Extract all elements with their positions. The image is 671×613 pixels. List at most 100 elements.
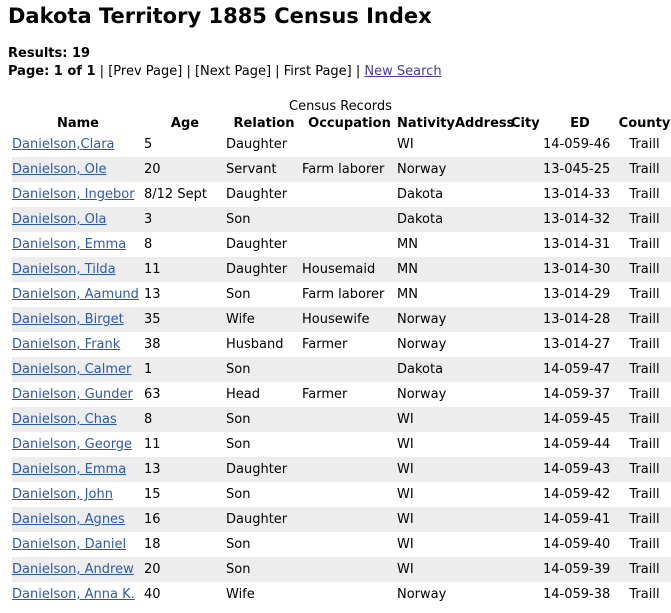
cell-county: Traill [617,507,671,532]
cell-relation: Son [226,207,302,232]
cell-name: Danielson, Birget [12,307,144,332]
cell-relation: Son [226,407,302,432]
cell-occupation [302,582,397,607]
person-name-link[interactable]: Danielson, George [12,437,132,452]
cell-nativity: WI [397,557,455,582]
person-name-link[interactable]: Danielson, Aamund [12,287,139,302]
cell-occupation: Farmer [302,337,348,352]
page-indicator: Page: 1 of 1 [8,64,96,79]
person-name-link[interactable]: Danielson, Emma [12,237,126,252]
person-name-link[interactable]: Danielson, Ola [12,212,106,227]
cell-name: Danielson, Gunder [12,382,144,407]
cell-relation: Husband [226,337,284,352]
person-name-link[interactable]: Danielson, Anna K. [12,587,135,602]
person-name-link[interactable]: Danielson, Ingebor [12,187,135,202]
cell-address [455,157,511,182]
cell-address [455,432,511,457]
cell-address [455,332,511,357]
cell-occupation: Farm laborer [302,287,385,302]
cell-nativity: Dakota [397,207,455,232]
cell-name: Danielson, Tilda [12,257,144,282]
next-page-link[interactable]: [Next Page] [195,64,271,79]
column-header-name: Name [56,116,99,131]
cell-address [455,132,511,157]
cell-relation: Son [226,437,251,452]
cell-occupation [302,357,397,382]
cell-nativity: WI [397,457,455,482]
cell-address [455,407,511,432]
cell-city [511,307,543,332]
person-name-link[interactable]: Danielson, Chas [12,412,117,427]
cell-age: 38 [144,337,161,352]
person-name-link[interactable]: Danielson, Daniel [12,537,126,552]
separator: | [355,64,361,79]
cell-city [511,332,543,357]
person-name-link[interactable]: Danielson, Agnes [12,512,125,527]
cell-age: 11 [144,437,161,452]
column-header-address: Address [455,116,515,131]
cell-ed: 14-059-44 [543,437,611,452]
prev-page-link[interactable]: [Prev Page] [108,64,182,79]
cell-occupation [302,232,397,257]
cell-address [455,482,511,507]
cell-age: 16 [144,507,226,532]
cell-relation: Daughter [226,237,288,252]
cell-age: 3 [144,207,226,232]
first-page-link[interactable]: First Page] [284,64,352,79]
cell-city [511,232,543,257]
cell-age: 15 [144,487,161,502]
cell-name: Danielson, Calmer [12,357,144,382]
person-name-link[interactable]: Danielson, Calmer [12,362,131,377]
cell-county: Traill [629,437,660,452]
separator: | [186,64,191,79]
cell-name: Danielson, Anna K. [12,582,144,607]
cell-nativity: Norway [397,387,447,402]
person-name-link[interactable]: Danielson, John [12,487,113,502]
person-name-link[interactable]: Danielson, Ole [12,162,107,177]
cell-relation: Daughter [226,507,302,532]
cell-occupation: Housewife [302,307,397,332]
cell-nativity: Dakota [397,187,444,202]
cell-age: 13 [144,457,226,482]
cell-county: Traill [617,457,671,482]
person-name-link[interactable]: Danielson, Tilda [12,262,116,277]
person-name-link[interactable]: Danielson, Frank [12,337,120,352]
cell-ed: 13-045-25 [543,157,617,182]
cell-relation: Daughter [226,257,302,282]
cell-city [511,582,543,607]
cell-ed: 14-059-38 [543,587,611,602]
cell-ed: 14-059-40 [543,537,611,552]
cell-age: 1 [144,357,226,382]
cell-city [511,282,543,307]
person-name-link[interactable]: Danielson, Gunder [12,387,133,402]
cell-name: Danielson, Ingebor [12,182,144,207]
cell-age: 40 [144,587,161,602]
person-name-link[interactable]: Danielson,Clara [12,137,115,152]
cell-city [511,432,543,457]
person-name-link[interactable]: Danielson, Andrew [12,562,134,577]
cell-nativity: Dakota [397,357,455,382]
cell-name: Danielson, Aamund [12,282,144,307]
person-name-link[interactable]: Danielson, Emma [12,462,126,477]
cell-address [455,282,511,307]
table-header-row: Name Age Relation Occupation Nativity Ad… [12,115,671,132]
cell-ed: 14-059-47 [543,357,617,382]
cell-nativity: WI [397,137,414,152]
cell-occupation: Farm laborer [302,157,397,182]
table-row: Danielson, Aamund 13 Son Farm laborer MN 13-0… [12,282,671,307]
cell-name: Danielson, Andrew [12,557,144,582]
cell-occupation [302,432,397,457]
new-search-link[interactable]: New Search [364,64,441,79]
person-name-link[interactable]: Danielson, Birget [12,312,124,327]
table-row: Danielson, Andrew 20 Son WI 14-059-39 Traill [12,557,671,582]
cell-ed: 14-059-43 [543,457,617,482]
cell-occupation [302,407,397,432]
cell-county: Traill [629,187,660,202]
cell-occupation [302,557,397,582]
table-row: Danielson, Ola 3 Son Dakota 13-014-32 Traill [12,207,671,232]
cell-county: Traill [629,537,660,552]
cell-age: 35 [144,307,226,332]
cell-city [511,482,543,507]
pagination-bar: Page: 1 of 1 | [Prev Page] | [Next Page]… [8,63,442,81]
cell-ed: 14-059-45 [543,407,617,432]
